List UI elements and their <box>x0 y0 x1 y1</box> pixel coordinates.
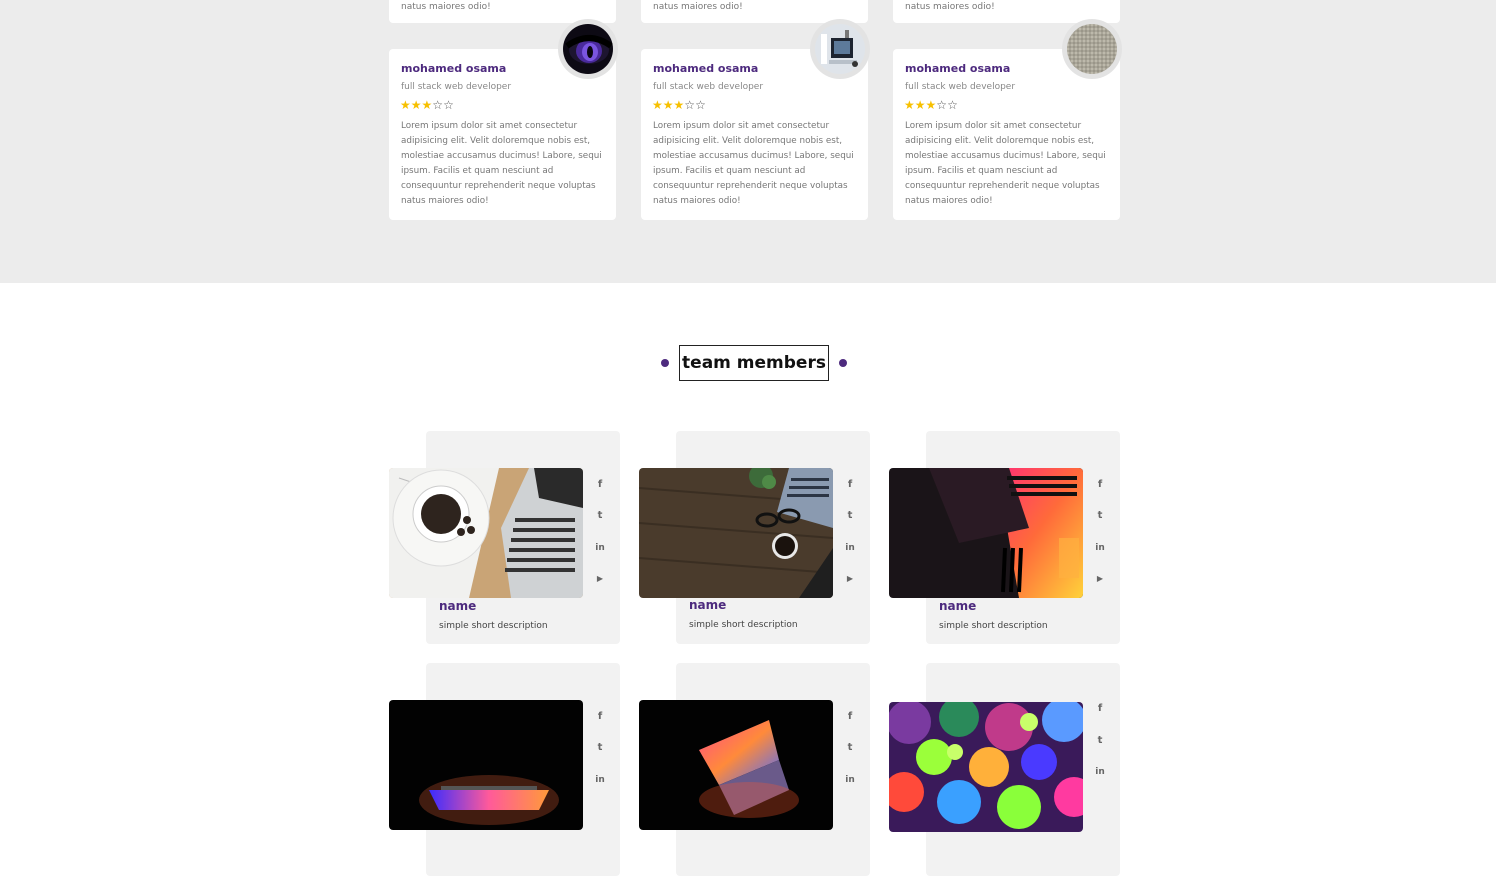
avatar-frame <box>810 19 870 79</box>
team-photo <box>889 468 1083 598</box>
colorful-spheres-photo <box>889 702 1083 832</box>
linkedin-icon[interactable]: in <box>843 542 857 554</box>
team-member-card: f t in ▶ name simple short description <box>389 431 621 644</box>
team-member-description: simple short description <box>939 621 1048 631</box>
testimonial-card: mohamed osama full stack web developer ★… <box>389 19 618 220</box>
star-empty-icon: ☆ <box>947 98 958 112</box>
star-filled-icon: ★ <box>662 98 674 112</box>
desk-setup-image <box>815 24 865 74</box>
facebook-icon[interactable]: f <box>593 479 607 491</box>
twitter-icon[interactable]: t <box>843 742 857 754</box>
linkedin-icon[interactable]: in <box>1093 766 1107 778</box>
section-title: team members <box>679 345 829 381</box>
star-filled-icon: ★ <box>673 98 685 112</box>
star-empty-icon: ☆ <box>443 98 454 112</box>
facebook-icon[interactable]: f <box>843 479 857 491</box>
team-member-name: name <box>439 599 477 613</box>
fabric-texture-image <box>1067 24 1117 74</box>
twitter-icon[interactable]: t <box>843 510 857 522</box>
star-filled-icon: ★ <box>652 98 663 112</box>
youtube-icon[interactable]: ▶ <box>843 573 857 585</box>
testimonial-card: mohamed osama full stack web developer ★… <box>641 19 870 220</box>
avatar-frame <box>1062 19 1122 79</box>
testimonial-text-tail: natus maiores odio! <box>653 2 743 12</box>
avatar-frame <box>558 19 618 79</box>
testimonial-text-tail: natus maiores odio! <box>401 2 491 12</box>
avatar <box>1067 24 1117 74</box>
twitter-icon[interactable]: t <box>1093 510 1107 522</box>
testimonials-section: natus maiores odio! natus maiores odio! … <box>0 0 1496 283</box>
testimonial-role: full stack web developer <box>401 82 512 92</box>
testimonial-text: Lorem ipsum dolor sit amet consectetur a… <box>653 121 854 206</box>
testimonial-text: Lorem ipsum dolor sit amet consectetur a… <box>905 121 1106 206</box>
team-photo <box>889 702 1083 832</box>
purple-eye-image <box>563 24 613 74</box>
facebook-icon[interactable]: f <box>843 711 857 723</box>
facebook-icon[interactable]: f <box>1093 703 1107 715</box>
avatar <box>563 24 613 74</box>
dark-laptop-glow-photo <box>389 700 583 830</box>
star-empty-icon: ☆ <box>432 98 444 112</box>
star-empty-icon: ☆ <box>684 98 696 112</box>
star-filled-icon: ★ <box>925 98 937 112</box>
twitter-icon[interactable]: t <box>593 742 607 754</box>
linkedin-icon[interactable]: in <box>1093 542 1107 554</box>
twitter-icon[interactable]: t <box>593 510 607 522</box>
star-rating: ★★★☆☆ <box>652 98 706 112</box>
star-filled-icon: ★ <box>410 98 422 112</box>
testimonial-role: full stack web developer <box>905 82 1016 92</box>
team-member-description: simple short description <box>439 621 548 631</box>
testimonial-name: mohamed osama <box>401 62 507 75</box>
twitter-icon[interactable]: t <box>1093 735 1107 747</box>
testimonial-text-tail: natus maiores odio! <box>905 2 995 12</box>
facebook-icon[interactable]: f <box>1093 479 1107 491</box>
star-filled-icon: ★ <box>914 98 926 112</box>
star-filled-icon: ★ <box>904 98 915 112</box>
open-laptop-glow-photo <box>639 700 833 830</box>
title-dot-right <box>839 359 847 367</box>
linkedin-icon[interactable]: in <box>593 542 607 554</box>
team-member-card: f t in ▶ name simple short description <box>639 431 871 644</box>
team-photo <box>639 468 833 598</box>
star-filled-icon: ★ <box>421 98 433 112</box>
section-title-wrap: team members <box>0 345 1496 381</box>
testimonial-name: mohamed osama <box>905 62 1011 75</box>
youtube-icon[interactable]: ▶ <box>593 573 607 585</box>
team-member-name: name <box>939 599 977 613</box>
linkedin-icon[interactable]: in <box>843 774 857 786</box>
wooden-desk-photo <box>639 468 833 598</box>
star-filled-icon: ★ <box>400 98 411 112</box>
youtube-icon[interactable]: ▶ <box>1093 573 1107 585</box>
team-member-name: name <box>689 598 727 612</box>
linkedin-icon[interactable]: in <box>593 774 607 786</box>
testimonial-card: mohamed osama full stack web developer ★… <box>893 19 1122 220</box>
team-photo <box>639 700 833 830</box>
testimonial-name: mohamed osama <box>653 62 759 75</box>
team-member-card: f t in <box>889 663 1121 876</box>
testimonial-role: full stack web developer <box>653 82 764 92</box>
star-empty-icon: ☆ <box>936 98 948 112</box>
star-rating: ★★★☆☆ <box>904 98 958 112</box>
coffee-laptop-photo <box>389 468 583 598</box>
team-photo <box>389 700 583 830</box>
title-dot-left <box>661 359 669 367</box>
testimonial-text: Lorem ipsum dolor sit amet consectetur a… <box>401 121 602 206</box>
star-rating: ★★★☆☆ <box>400 98 454 112</box>
team-member-card: f t in <box>389 663 621 876</box>
neon-laptop-photo <box>889 468 1083 598</box>
team-member-description: simple short description <box>689 620 798 630</box>
team-photo <box>389 468 583 598</box>
team-member-card: f t in ▶ name simple short description <box>889 431 1121 644</box>
star-empty-icon: ☆ <box>695 98 706 112</box>
avatar <box>815 24 865 74</box>
team-member-card: f t in <box>639 663 871 876</box>
facebook-icon[interactable]: f <box>593 711 607 723</box>
